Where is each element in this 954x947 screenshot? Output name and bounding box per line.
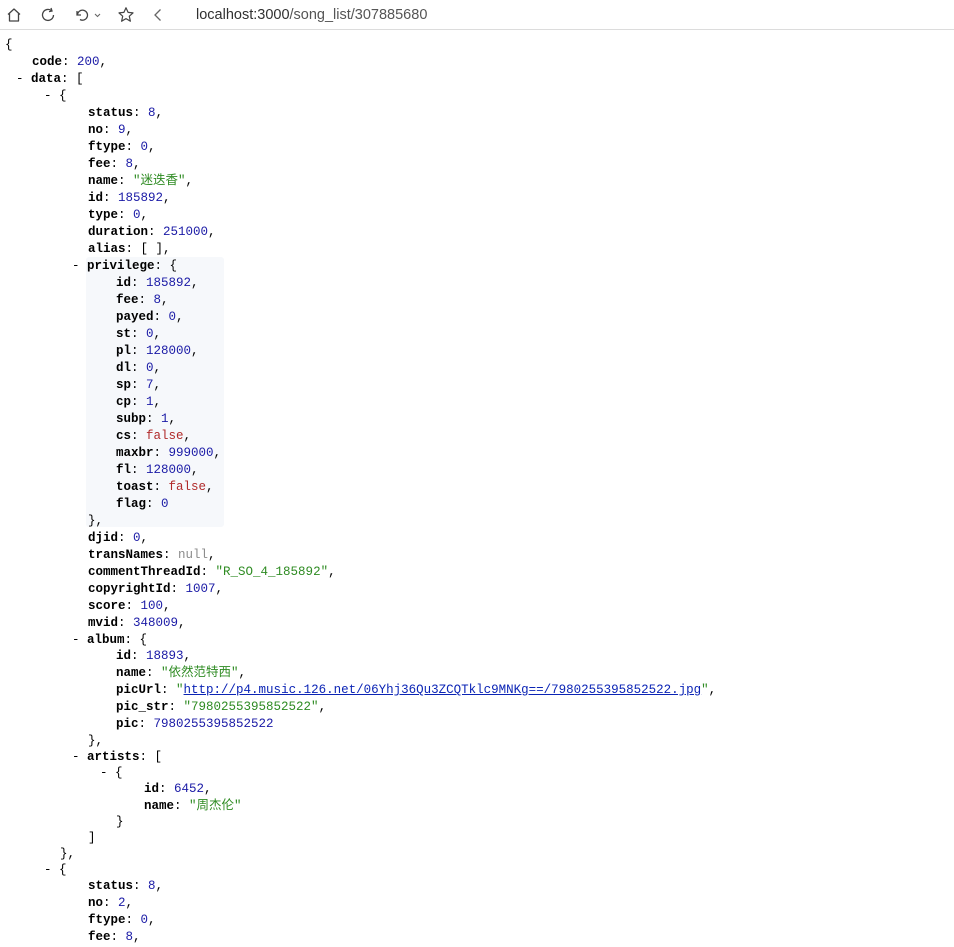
- collapse-toggle[interactable]: -: [16, 72, 24, 86]
- json-line: copyrightId: 1007,: [88, 582, 224, 596]
- json-line: cs: false,: [116, 429, 192, 443]
- json-line: ftype: 0,: [88, 140, 156, 154]
- collapse-toggle[interactable]: -: [72, 259, 80, 273]
- json-line: mvid: 348009,: [88, 616, 186, 630]
- json-line-artist-open: - {: [100, 766, 123, 780]
- json-line: duration: 251000,: [88, 225, 216, 239]
- json-line: alias: [ ],: [88, 242, 171, 256]
- json-line: transNames: null,: [88, 548, 216, 562]
- json-line: pic: 7980255395852522: [116, 717, 274, 731]
- json-line: payed: 0,: [116, 310, 184, 324]
- collapse-toggle[interactable]: -: [72, 633, 80, 647]
- json-close: },: [60, 847, 76, 861]
- json-line: subp: 1,: [116, 412, 177, 426]
- json-line: status: 8,: [88, 879, 164, 893]
- json-line: id: 6452,: [144, 782, 212, 796]
- json-line: id: 185892,: [116, 276, 199, 290]
- home-icon[interactable]: [4, 5, 24, 25]
- json-line: pic_str: "7980255395852522",: [116, 700, 327, 714]
- json-line: st: 0,: [116, 327, 162, 341]
- json-line: dl: 0,: [116, 361, 162, 375]
- json-line: ftype: 0,: [88, 913, 156, 927]
- json-line: id: 18893,: [116, 649, 192, 663]
- json-open-brace: {: [5, 38, 13, 52]
- json-line: no: 2,: [88, 896, 134, 910]
- json-line: djid: 0,: [88, 531, 149, 545]
- json-line: toast: false,: [116, 480, 214, 494]
- json-close: ]: [88, 831, 96, 845]
- json-line: type: 0,: [88, 208, 149, 222]
- json-line: name: "周杰伦": [144, 799, 242, 813]
- json-line: id: 185892,: [88, 191, 171, 205]
- url-host: localhost:3000: [196, 7, 290, 23]
- json-close: }: [116, 815, 124, 829]
- collapse-toggle[interactable]: -: [44, 863, 52, 877]
- collapse-toggle[interactable]: -: [44, 89, 52, 103]
- browser-toolbar: localhost:3000/song_list/307885680: [0, 0, 954, 30]
- json-line: score: 100,: [88, 599, 171, 613]
- back-icon[interactable]: [148, 5, 168, 25]
- json-line-item-open: - {: [44, 89, 67, 103]
- json-line: maxbr: 999000,: [116, 446, 222, 460]
- collapse-toggle[interactable]: -: [100, 766, 108, 780]
- json-line: fee: 8,: [88, 930, 141, 944]
- refresh-icon[interactable]: [38, 5, 58, 25]
- json-line-code: code: 200,: [32, 55, 108, 69]
- json-line: fl: 128000,: [116, 463, 199, 477]
- json-line: sp: 7,: [116, 378, 162, 392]
- json-close: },: [88, 514, 104, 528]
- json-line: picUrl: "http://p4.music.126.net/06Yhj36…: [116, 683, 717, 697]
- json-close: },: [88, 734, 104, 748]
- json-line: flag: 0: [116, 497, 169, 511]
- json-line: commentThreadId: "R_SO_4_185892",: [88, 565, 336, 579]
- pic-url-link[interactable]: http://p4.music.126.net/06Yhj36Qu3ZCQTkl…: [184, 683, 702, 697]
- json-line: pl: 128000,: [116, 344, 199, 358]
- url-path: /song_list/307885680: [289, 7, 428, 23]
- json-line: name: "依然范特西",: [116, 666, 247, 680]
- undo-icon[interactable]: [72, 5, 102, 25]
- json-line: no: 9,: [88, 123, 134, 137]
- json-line-item-open: - {: [44, 863, 67, 877]
- json-line: status: 8,: [88, 106, 164, 120]
- star-icon[interactable]: [116, 5, 136, 25]
- json-line: fee: 8,: [116, 293, 169, 307]
- address-bar[interactable]: localhost:3000/song_list/307885680: [196, 5, 427, 25]
- json-line-data: - data: [: [16, 72, 84, 86]
- json-line: name: "迷迭香",: [88, 174, 194, 188]
- json-line: cp: 1,: [116, 395, 162, 409]
- json-line-privilege: - privilege: {: [72, 259, 178, 273]
- json-line-album: - album: {: [72, 633, 148, 647]
- json-line: fee: 8,: [88, 157, 141, 171]
- collapse-toggle[interactable]: -: [72, 750, 80, 764]
- json-line-artists: - artists: [: [72, 750, 163, 764]
